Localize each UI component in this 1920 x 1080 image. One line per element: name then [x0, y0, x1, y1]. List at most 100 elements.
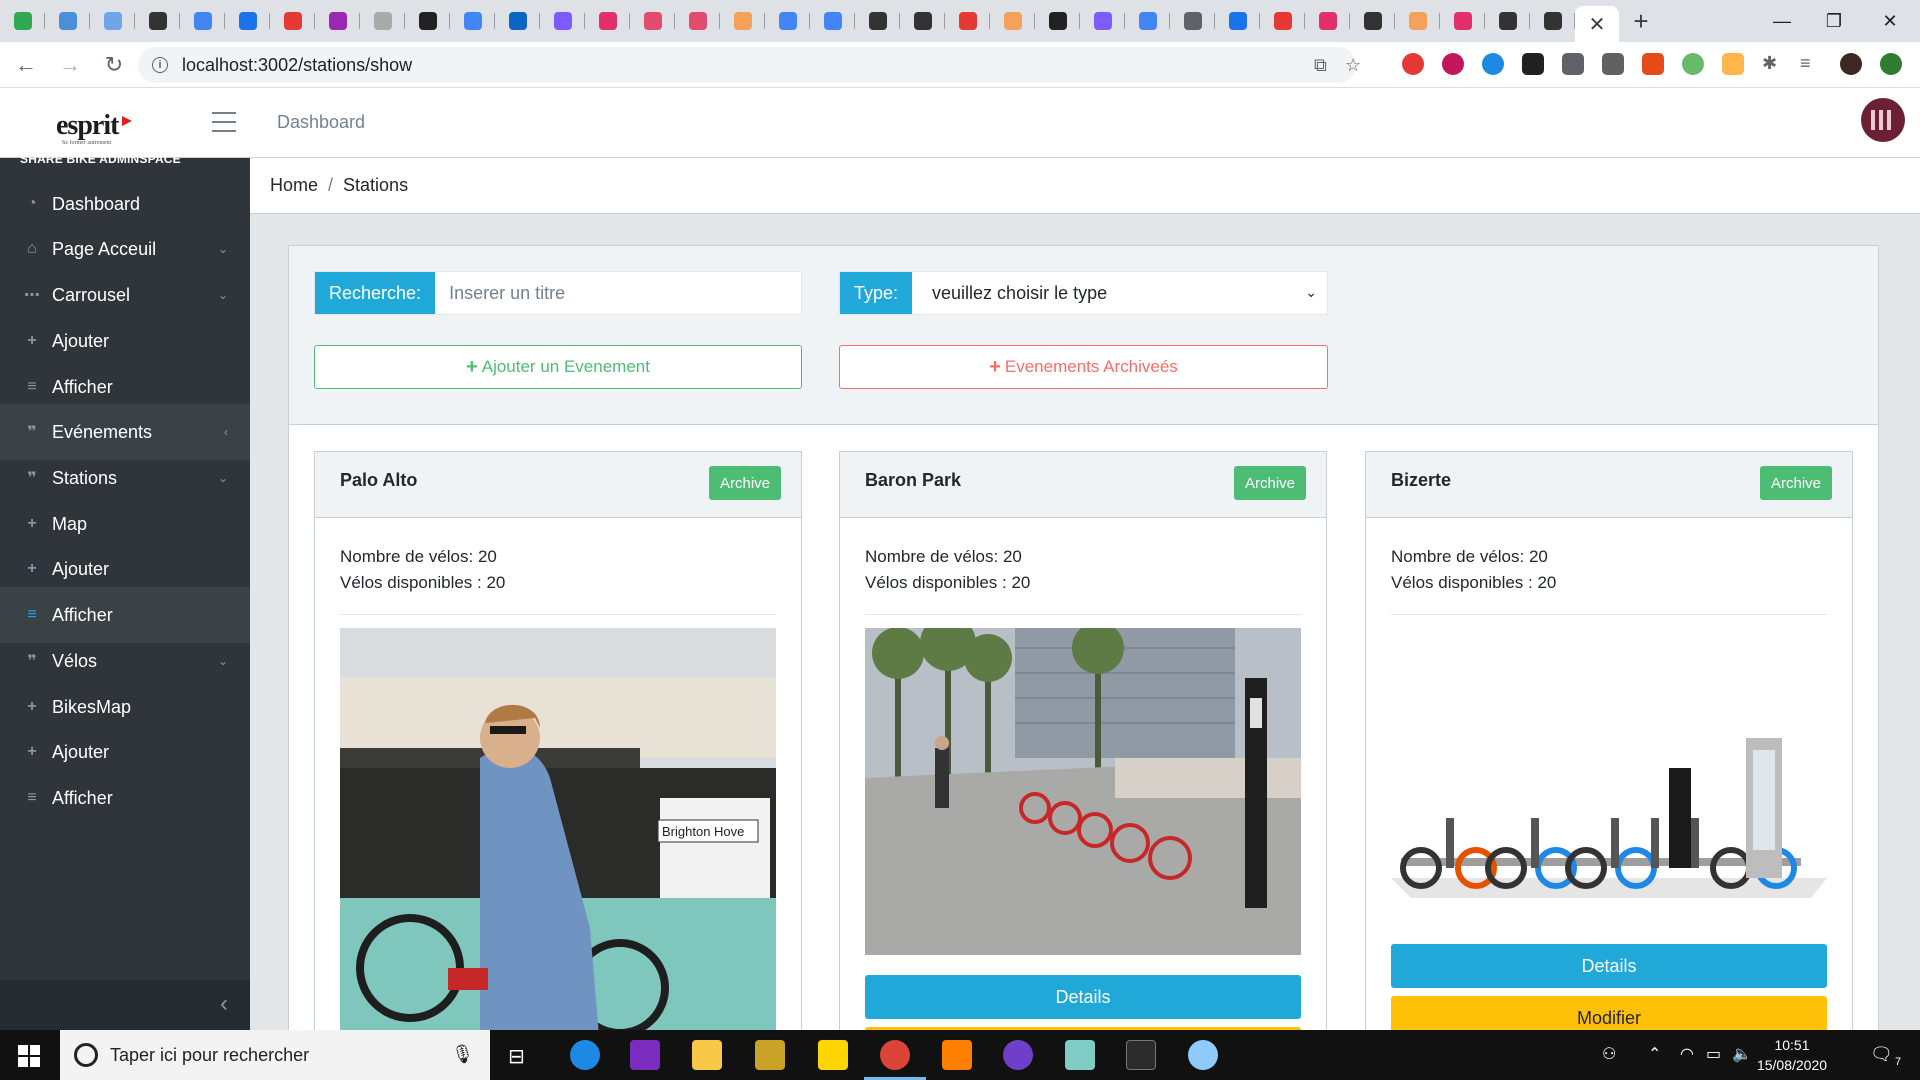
- terminal-extension-icon[interactable]: [1522, 53, 1544, 75]
- browser-tab[interactable]: [495, 0, 540, 42]
- back-arrow-icon[interactable]: ←: [8, 47, 44, 83]
- sidebar-item-afficher[interactable]: ≡ Afficher: [0, 770, 250, 826]
- address-bar[interactable]: i localhost:3002/stations/show ⧉ ☆: [138, 47, 1361, 83]
- user-avatar[interactable]: [1861, 98, 1905, 142]
- sidebar-minimizer[interactable]: ‹: [0, 980, 250, 1030]
- browser-tab[interactable]: [1395, 0, 1440, 42]
- esprit-logo[interactable]: esprit Se former autrement: [56, 110, 133, 146]
- browser-tab[interactable]: [0, 0, 45, 42]
- terminal-icon[interactable]: [1126, 1040, 1156, 1070]
- search-input[interactable]: Inserer un titre: [435, 272, 801, 314]
- browser-tab[interactable]: [1035, 0, 1080, 42]
- league-of-legends-icon[interactable]: [755, 1040, 785, 1070]
- browser-tab[interactable]: [1350, 0, 1395, 42]
- details-button[interactable]: Details: [1391, 944, 1827, 988]
- github-desktop-icon[interactable]: [1003, 1040, 1033, 1070]
- download-extension-icon[interactable]: [1442, 53, 1464, 75]
- sticky-notes-icon[interactable]: [818, 1040, 848, 1070]
- people-icon[interactable]: ⚇: [1602, 1044, 1616, 1064]
- archive-button[interactable]: Archive: [709, 466, 781, 500]
- microphone-icon[interactable]: 🎙: [451, 1044, 474, 1065]
- active-tab-close-icon[interactable]: ✕: [1575, 6, 1619, 42]
- sidebar-item-label: Evénements: [52, 421, 153, 442]
- reload-icon[interactable]: ↻: [96, 47, 132, 83]
- update-icon[interactable]: [1880, 53, 1902, 75]
- browser-tab[interactable]: [450, 0, 495, 42]
- adblock-extension-icon[interactable]: [1402, 53, 1424, 75]
- character-extension-icon[interactable]: [1722, 53, 1744, 75]
- bookmark-star-icon[interactable]: ☆: [1345, 55, 1361, 76]
- type-select[interactable]: veuillez choisir le type: [912, 272, 1327, 314]
- reading-list-icon[interactable]: ≡: [1800, 53, 1811, 74]
- archived-events-button[interactable]: + Evenements Archiveés: [839, 345, 1328, 389]
- header-dashboard-link[interactable]: Dashboard: [277, 112, 365, 133]
- browser-tab[interactable]: [630, 0, 675, 42]
- browser-tab[interactable]: [810, 0, 855, 42]
- messenger-extension-icon[interactable]: [1482, 53, 1504, 75]
- sidebar-toggle-icon[interactable]: [212, 112, 236, 132]
- browser-tab[interactable]: [855, 0, 900, 42]
- windows-start-icon[interactable]: [18, 1045, 40, 1067]
- details-button[interactable]: Details: [865, 975, 1301, 1019]
- archive-button[interactable]: Archive: [1234, 466, 1306, 500]
- chrome-icon[interactable]: [864, 1040, 926, 1080]
- keyboard-extension-icon[interactable]: [1602, 53, 1624, 75]
- forward-arrow-icon[interactable]: →: [52, 47, 88, 83]
- browser-tab[interactable]: [1485, 0, 1530, 42]
- browser-tab[interactable]: [540, 0, 585, 42]
- azure-studio-icon[interactable]: [1065, 1040, 1095, 1070]
- breadcrumb-home[interactable]: Home: [270, 175, 318, 196]
- browser-tab[interactable]: [1305, 0, 1350, 42]
- browser-tab[interactable]: [90, 0, 135, 42]
- extensions-puzzle-icon[interactable]: ✱: [1762, 53, 1777, 74]
- browser-tab[interactable]: [1170, 0, 1215, 42]
- browser-tab[interactable]: [1215, 0, 1260, 42]
- card-body: Nombre de vélos: 20 Vélos disponibles : …: [315, 518, 801, 615]
- facebook-extension-icon[interactable]: [1562, 53, 1584, 75]
- browser-tab[interactable]: [990, 0, 1035, 42]
- browser-tab[interactable]: [720, 0, 765, 42]
- task-view-icon[interactable]: ⊟: [508, 1044, 525, 1069]
- browser-tab[interactable]: [135, 0, 180, 42]
- browser-tab[interactable]: [765, 0, 810, 42]
- browser-tab[interactable]: [900, 0, 945, 42]
- windows-taskbar: Taper ici pour rechercher 🎙 ⊟ ⚇ ⌃ ◠ ▭ 🔈 …: [0, 1030, 1920, 1080]
- taskbar-search-box[interactable]: Taper ici pour rechercher 🎙: [60, 1030, 490, 1080]
- system-clock[interactable]: 10:51 15/08/2020: [1742, 1035, 1842, 1075]
- paint-icon[interactable]: [1188, 1040, 1218, 1070]
- site-info-icon[interactable]: i: [152, 57, 168, 73]
- browser-tab[interactable]: [1530, 0, 1575, 42]
- browser-tab[interactable]: [270, 0, 315, 42]
- color-extension-icon[interactable]: [1682, 53, 1704, 75]
- vlc-icon[interactable]: [942, 1040, 972, 1070]
- wifi-icon[interactable]: ◠: [1680, 1044, 1694, 1064]
- close-window-icon[interactable]: ✕: [1860, 0, 1920, 42]
- phpstorm-icon[interactable]: [630, 1040, 660, 1070]
- browser-tab[interactable]: [1260, 0, 1305, 42]
- chevron-up-icon[interactable]: ⌃: [1648, 1044, 1661, 1064]
- notifications-icon[interactable]: 🗨: [1870, 1044, 1893, 1065]
- browser-tab[interactable]: [1080, 0, 1125, 42]
- browser-tab[interactable]: [360, 0, 405, 42]
- minimize-window-icon[interactable]: —: [1752, 0, 1812, 42]
- browser-tab[interactable]: [225, 0, 270, 42]
- browser-tab[interactable]: [585, 0, 630, 42]
- new-tab-button[interactable]: +: [1619, 6, 1663, 37]
- shapes-extension-icon[interactable]: [1642, 53, 1664, 75]
- translate-icon[interactable]: ⧉: [1314, 55, 1327, 76]
- browser-tab[interactable]: [1440, 0, 1485, 42]
- browser-tab[interactable]: [945, 0, 990, 42]
- battery-icon[interactable]: ▭: [1706, 1044, 1721, 1064]
- browser-tab[interactable]: [45, 0, 90, 42]
- add-event-button[interactable]: + Ajouter un Evenement: [314, 345, 802, 389]
- browser-tab[interactable]: [405, 0, 450, 42]
- edge-icon[interactable]: [570, 1040, 600, 1070]
- restore-window-icon[interactable]: ❐: [1804, 0, 1864, 42]
- browser-tab[interactable]: [315, 0, 360, 42]
- archive-button[interactable]: Archive: [1760, 466, 1832, 500]
- file-explorer-icon[interactable]: [692, 1040, 722, 1070]
- browser-tab[interactable]: [675, 0, 720, 42]
- browser-tab[interactable]: [1125, 0, 1170, 42]
- browser-tab[interactable]: [180, 0, 225, 42]
- profile-avatar-icon[interactable]: [1840, 53, 1862, 75]
